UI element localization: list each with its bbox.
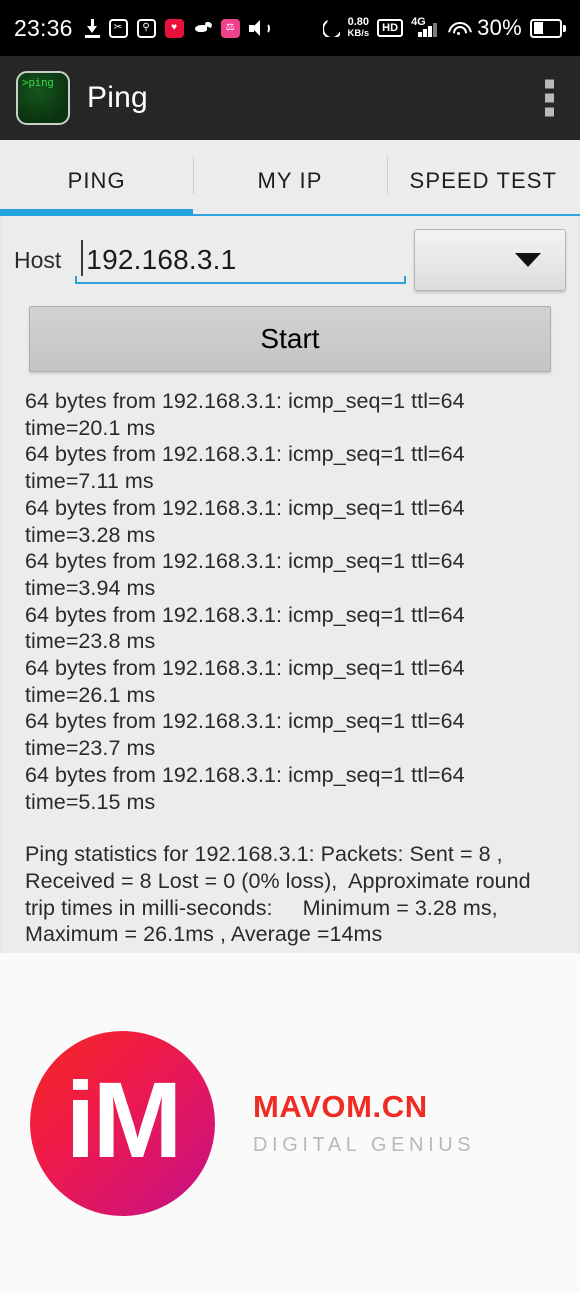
battery-percent-label: 30%	[477, 15, 522, 40]
signal-bars	[418, 23, 437, 37]
tab-my-ip-label: MY IP	[257, 168, 323, 193]
host-input-value: 192.168.3.1	[86, 244, 237, 275]
volume-icon	[248, 19, 270, 37]
host-history-spinner[interactable]	[414, 229, 566, 291]
chevron-down-icon	[515, 253, 541, 267]
network-speed-indicator: 0.80 KB/s	[347, 16, 370, 40]
host-row: Host 192.168.3.1	[0, 228, 580, 292]
app-logo-icon: >ping	[16, 71, 70, 125]
ping-output: 64 bytes from 192.168.3.1: icmp_seq=1 tt…	[0, 388, 580, 948]
status-right-icons: 0.80 KB/s HD 4G 30%	[322, 15, 566, 41]
status-clock: 23:36	[14, 14, 73, 41]
watermark: iM MAVOM.CN DIGITAL GENIUS	[0, 953, 580, 1293]
ping-statistics-text: Ping statistics for 192.168.3.1: Packets…	[25, 842, 537, 947]
output-gap	[25, 815, 555, 841]
hd-icon: HD	[377, 19, 404, 37]
pink-app-icon: ⚖	[220, 18, 240, 38]
app-action-bar: >ping Ping	[0, 56, 580, 140]
cellular-signal-icon: 4G	[411, 16, 439, 38]
do-not-disturb-moon-icon	[322, 19, 340, 37]
watermark-tagline: DIGITAL GENIUS	[253, 1134, 476, 1156]
battery-icon	[530, 18, 566, 38]
download-icon	[84, 18, 100, 38]
text-cursor	[81, 240, 84, 276]
network-speed-unit: KB/s	[347, 28, 370, 39]
main-content: PING MY IP SPEED TEST Host 192.168.3.1 S…	[0, 140, 580, 1293]
status-bar: 23:36 ✂ ⚲ ♥ ⚖ 0.80 KB/s HD 4G 30%	[0, 0, 580, 56]
host-label: Host	[14, 246, 62, 273]
watermark-logo-text: iM	[65, 1059, 183, 1180]
watermark-text: MAVOM.CN DIGITAL GENIUS	[253, 1089, 475, 1157]
search-circle-icon: ⚲	[136, 18, 156, 38]
tab-bar: PING MY IP SPEED TEST	[0, 140, 580, 216]
app-logo-text: >ping	[22, 76, 54, 89]
tab-my-ip-indicator	[193, 214, 387, 216]
heart-notification-icon: ♥	[164, 18, 184, 38]
host-input-underline	[75, 276, 406, 284]
watermark-brand: MAVOM.CN	[253, 1089, 428, 1124]
host-input[interactable]: 192.168.3.1	[75, 232, 406, 288]
scissors-box-icon: ✂	[108, 18, 128, 38]
start-button[interactable]: Start	[29, 306, 551, 372]
tab-ping-label: PING	[67, 168, 126, 193]
watermark-logo-icon: iM	[30, 1030, 215, 1216]
network-speed-value: 0.80	[347, 16, 370, 28]
tab-my-ip[interactable]: MY IP	[193, 140, 387, 216]
bird-app-icon	[193, 21, 212, 35]
ping-log-text: 64 bytes from 192.168.3.1: icmp_seq=1 tt…	[25, 389, 465, 814]
tab-speed-test[interactable]: SPEED TEST	[386, 140, 580, 216]
overflow-menu-icon[interactable]	[545, 79, 554, 117]
tab-ping-indicator	[0, 209, 194, 216]
wifi-icon	[447, 20, 469, 37]
tab-speed-test-indicator	[386, 214, 580, 216]
status-left-icons: ✂ ⚲ ♥ ⚖	[84, 18, 270, 38]
page-title: Ping	[87, 81, 148, 114]
tab-speed-test-label: SPEED TEST	[409, 168, 558, 193]
start-button-label: Start	[260, 323, 320, 354]
tab-ping[interactable]: PING	[0, 140, 194, 216]
